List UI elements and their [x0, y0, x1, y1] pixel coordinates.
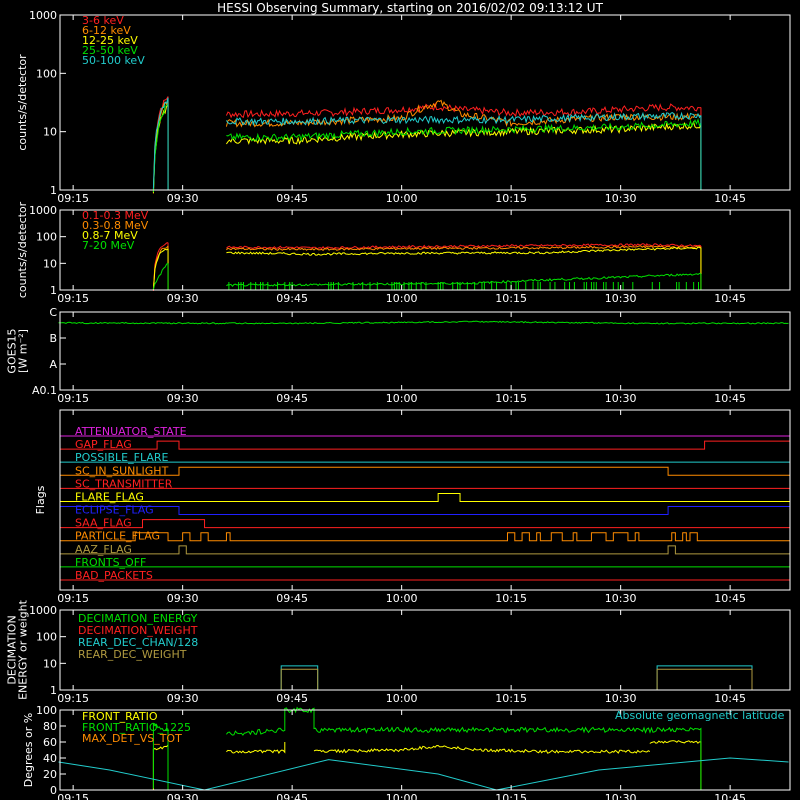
x-tick-label: 09:30	[167, 692, 199, 705]
x-tick-label: 09:45	[276, 392, 308, 405]
y-tick-label: 20	[43, 768, 57, 781]
x-tick-label: 10:30	[605, 292, 637, 305]
figure-title: HESSI Observing Summary, starting on 201…	[217, 1, 603, 15]
x-tick-label: 10:45	[714, 592, 746, 605]
y-tick-label: 1	[50, 184, 57, 197]
x-tick-label: 10:45	[714, 692, 746, 705]
y-axis-label: counts/s/detector	[16, 201, 29, 298]
x-tick-label: 09:15	[57, 692, 89, 705]
x-tick-label: 10:30	[605, 392, 637, 405]
x-tick-label: 10:30	[605, 192, 637, 205]
x-tick-label: 10:00	[386, 692, 418, 705]
legend-entry: REAR_DEC_WEIGHT	[78, 648, 187, 661]
y-axis-label: Degrees or %	[22, 713, 35, 787]
x-tick-label: 10:00	[386, 392, 418, 405]
x-tick-label: 10:00	[386, 192, 418, 205]
y-tick-label: 1000	[29, 604, 57, 617]
y-tick-label: 100	[36, 704, 57, 717]
x-tick-label: 09:15	[57, 792, 89, 800]
x-tick-label: 10:15	[495, 592, 527, 605]
legend-entry: 50-100 keV	[82, 54, 145, 67]
y-axis-label: counts/s/detector	[16, 54, 29, 151]
y-tick-label: 60	[43, 736, 57, 749]
x-tick-label: 10:30	[605, 592, 637, 605]
x-tick-label: 09:45	[276, 292, 308, 305]
y-tick-label: 40	[43, 752, 57, 765]
x-tick-label: 10:15	[495, 192, 527, 205]
flag-label: ECLIPSE_FLAG	[75, 504, 154, 517]
y-tick-label: 1000	[29, 204, 57, 217]
geomag-annotation: Absolute geomagnetic latitude	[615, 709, 785, 722]
x-tick-label: 10:00	[386, 292, 418, 305]
y-tick-label: 1	[50, 284, 57, 297]
ratio-ylabel: Degrees or %	[22, 713, 35, 787]
flag-label: GAP_FLAG	[75, 438, 132, 451]
y-tick-label: 10	[43, 126, 57, 139]
x-tick-label: 09:30	[167, 592, 199, 605]
y-axis-label-line: ENERGY or weight	[17, 599, 30, 699]
x-tick-label: 10:45	[714, 792, 746, 800]
y-tick-label: 100	[36, 67, 57, 80]
x-tick-label: 09:15	[57, 192, 89, 205]
x-tick-label: 10:30	[605, 692, 637, 705]
x-tick-label: 09:45	[276, 592, 308, 605]
y-tick-label: 100	[36, 631, 57, 644]
x-tick-label: 09:15	[57, 592, 89, 605]
x-tick-label: 10:45	[714, 392, 746, 405]
y-tick-label: 100	[36, 231, 57, 244]
y-tick-label: C	[49, 306, 57, 319]
x-tick-label: 10:30	[605, 792, 637, 800]
x-tick-label: 10:00	[386, 792, 418, 800]
flag-label: ATTENUATOR_STATE	[75, 425, 187, 438]
x-tick-label: 09:45	[276, 692, 308, 705]
y-axis-label-line: [W m⁻²]	[17, 329, 30, 373]
x-tick-label: 09:30	[167, 292, 199, 305]
y-tick-label: B	[49, 332, 57, 345]
x-tick-label: 10:15	[495, 792, 527, 800]
goes-ylabel: GOES15[W m⁻²]	[6, 328, 30, 373]
x-tick-label: 10:00	[386, 592, 418, 605]
legend-entry: MAX_DET_VS_TOT	[82, 732, 182, 745]
x-tick-label: 10:15	[495, 292, 527, 305]
x-tick-label: 10:45	[714, 292, 746, 305]
flag-label: AAZ_FLAG	[75, 543, 132, 556]
flag-label: SC_IN_SUNLIGHT	[75, 464, 169, 477]
flag-label: FRONTS_OFF	[75, 556, 146, 569]
flag-label: SAA_FLAG	[75, 517, 132, 530]
y-tick-label: 0	[50, 784, 57, 797]
y-tick-label: 1	[50, 684, 57, 697]
y-tick-label: 80	[43, 720, 57, 733]
x-tick-label: 10:45	[714, 192, 746, 205]
hessi-summary-figure: HESSI Observing Summary, starting on 201…	[0, 0, 800, 800]
flag-label: PARTICLE_FLAG	[75, 530, 160, 543]
y-tick-label: 10	[43, 657, 57, 670]
x-tick-label: 09:30	[167, 392, 199, 405]
y-axis-label: counts/s/detector	[16, 54, 29, 151]
x-tick-label: 09:15	[57, 292, 89, 305]
flag-label: FLARE_FLAG	[75, 490, 144, 503]
flag-label: SC_TRANSMITTER	[75, 477, 173, 490]
y-tick-label: 10	[43, 257, 57, 270]
y-tick-label: A	[49, 358, 57, 371]
x-tick-label: 10:15	[495, 692, 527, 705]
flag-label: POSSIBLE_FLARE	[75, 451, 169, 464]
y-tick-label: A0.1	[32, 384, 57, 397]
y-axis-label: Flags	[34, 485, 47, 514]
x-tick-label: 09:30	[167, 192, 199, 205]
flags-ylabel: Flags	[34, 485, 47, 514]
y-axis-label: counts/s/detector	[16, 201, 29, 298]
x-tick-label: 09:45	[276, 792, 308, 800]
x-tick-label: 09:45	[276, 192, 308, 205]
flag-label: BAD_PACKETS	[75, 569, 153, 582]
legend-entry: 7-20 MeV	[82, 239, 135, 252]
y-tick-label: 1000	[29, 9, 57, 22]
x-tick-label: 10:15	[495, 392, 527, 405]
x-tick-label: 09:15	[57, 392, 89, 405]
x-tick-label: 09:30	[167, 792, 199, 800]
